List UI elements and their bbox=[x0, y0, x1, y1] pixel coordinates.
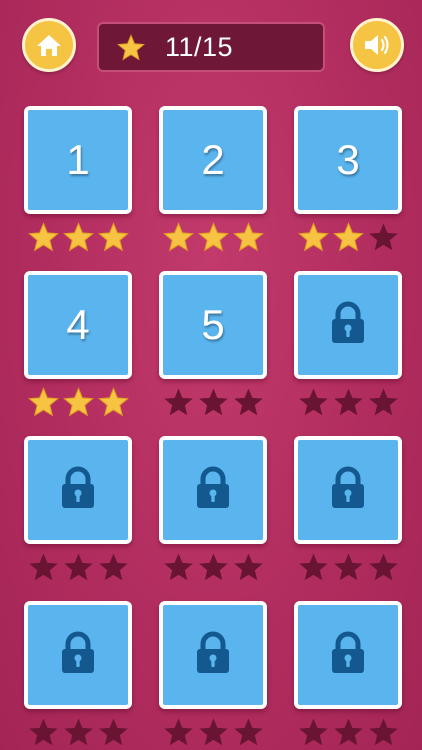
star-empty-icon bbox=[198, 717, 229, 747]
star-empty-icon bbox=[28, 552, 59, 582]
level-stars bbox=[294, 222, 402, 252]
star-filled-icon bbox=[332, 222, 364, 252]
star-empty-icon bbox=[298, 387, 329, 417]
star-empty-icon bbox=[98, 717, 129, 747]
star-empty-icon bbox=[63, 552, 94, 582]
star-icon bbox=[117, 33, 145, 61]
lock-icon bbox=[193, 466, 233, 515]
star-filled-icon bbox=[197, 222, 229, 252]
star-empty-icon bbox=[98, 552, 129, 582]
star-empty-icon bbox=[333, 717, 364, 747]
star-filled-icon bbox=[27, 222, 59, 252]
home-button[interactable] bbox=[22, 18, 76, 72]
level-tile-locked bbox=[24, 601, 132, 709]
star-empty-icon bbox=[198, 387, 229, 417]
level-stars bbox=[294, 552, 402, 582]
level-tile-locked bbox=[294, 601, 402, 709]
star-empty-icon bbox=[368, 222, 399, 252]
level-tile-locked bbox=[159, 601, 267, 709]
star-filled-icon bbox=[97, 387, 129, 417]
level-tile-locked bbox=[294, 271, 402, 379]
star-empty-icon bbox=[298, 552, 329, 582]
level-stars bbox=[159, 717, 267, 747]
star-empty-icon bbox=[368, 552, 399, 582]
level-number: 4 bbox=[66, 301, 90, 348]
sound-button[interactable] bbox=[350, 18, 404, 72]
level-stars bbox=[24, 222, 132, 252]
star-empty-icon bbox=[333, 552, 364, 582]
level-stars bbox=[294, 717, 402, 747]
star-empty-icon bbox=[298, 717, 329, 747]
lock-icon bbox=[328, 301, 368, 350]
level-stars bbox=[294, 387, 402, 417]
star-empty-icon bbox=[333, 387, 364, 417]
star-filled-icon bbox=[27, 387, 59, 417]
lock-icon bbox=[58, 466, 98, 515]
level-tile-locked bbox=[159, 436, 267, 544]
star-empty-icon bbox=[233, 387, 264, 417]
lock-icon bbox=[328, 631, 368, 680]
level-number: 3 bbox=[336, 136, 360, 183]
level-stars bbox=[159, 387, 267, 417]
level-number: 2 bbox=[201, 136, 225, 183]
level-stars bbox=[24, 387, 132, 417]
star-empty-icon bbox=[163, 387, 194, 417]
level-number: 5 bbox=[201, 301, 225, 348]
star-empty-icon bbox=[163, 717, 194, 747]
level-stars bbox=[159, 222, 267, 252]
star-filled-icon bbox=[62, 387, 94, 417]
home-icon bbox=[35, 32, 63, 58]
score-panel: 11/15 bbox=[97, 22, 325, 72]
lock-icon bbox=[58, 631, 98, 680]
star-empty-icon bbox=[28, 717, 59, 747]
lock-icon bbox=[328, 466, 368, 515]
level-tile[interactable]: 3 bbox=[294, 106, 402, 214]
star-empty-icon bbox=[63, 717, 94, 747]
star-filled-icon bbox=[62, 222, 94, 252]
level-number: 1 bbox=[66, 136, 90, 183]
star-filled-icon bbox=[297, 222, 329, 252]
level-stars bbox=[24, 552, 132, 582]
level-stars bbox=[159, 552, 267, 582]
star-filled-icon bbox=[97, 222, 129, 252]
level-stars bbox=[24, 717, 132, 747]
score-text: 11/15 bbox=[165, 31, 234, 62]
level-tile[interactable]: 4 bbox=[24, 271, 132, 379]
level-tile[interactable]: 5 bbox=[159, 271, 267, 379]
star-filled-icon bbox=[232, 222, 264, 252]
level-tile-locked bbox=[24, 436, 132, 544]
level-tile[interactable]: 2 bbox=[159, 106, 267, 214]
level-tile[interactable]: 1 bbox=[24, 106, 132, 214]
speaker-icon bbox=[362, 32, 392, 58]
level-tile-locked bbox=[294, 436, 402, 544]
star-empty-icon bbox=[368, 717, 399, 747]
star-filled-icon bbox=[162, 222, 194, 252]
star-empty-icon bbox=[198, 552, 229, 582]
star-empty-icon bbox=[163, 552, 194, 582]
star-empty-icon bbox=[233, 552, 264, 582]
lock-icon bbox=[193, 631, 233, 680]
star-empty-icon bbox=[368, 387, 399, 417]
star-empty-icon bbox=[233, 717, 264, 747]
